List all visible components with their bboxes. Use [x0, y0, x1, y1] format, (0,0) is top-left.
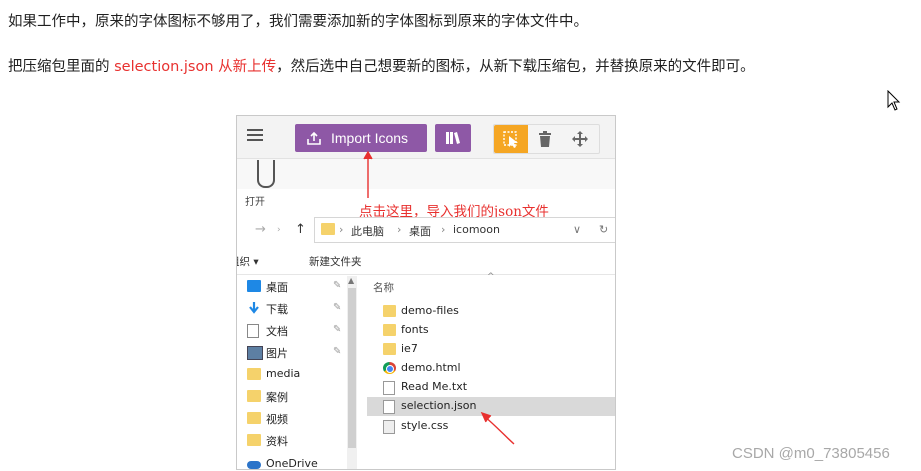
arrow-to-selection-json — [480, 411, 515, 445]
annotation-arrows — [363, 150, 515, 445]
watermark: CSDN @m0_73805456 — [732, 445, 890, 462]
arrow-to-import-button — [363, 150, 373, 198]
